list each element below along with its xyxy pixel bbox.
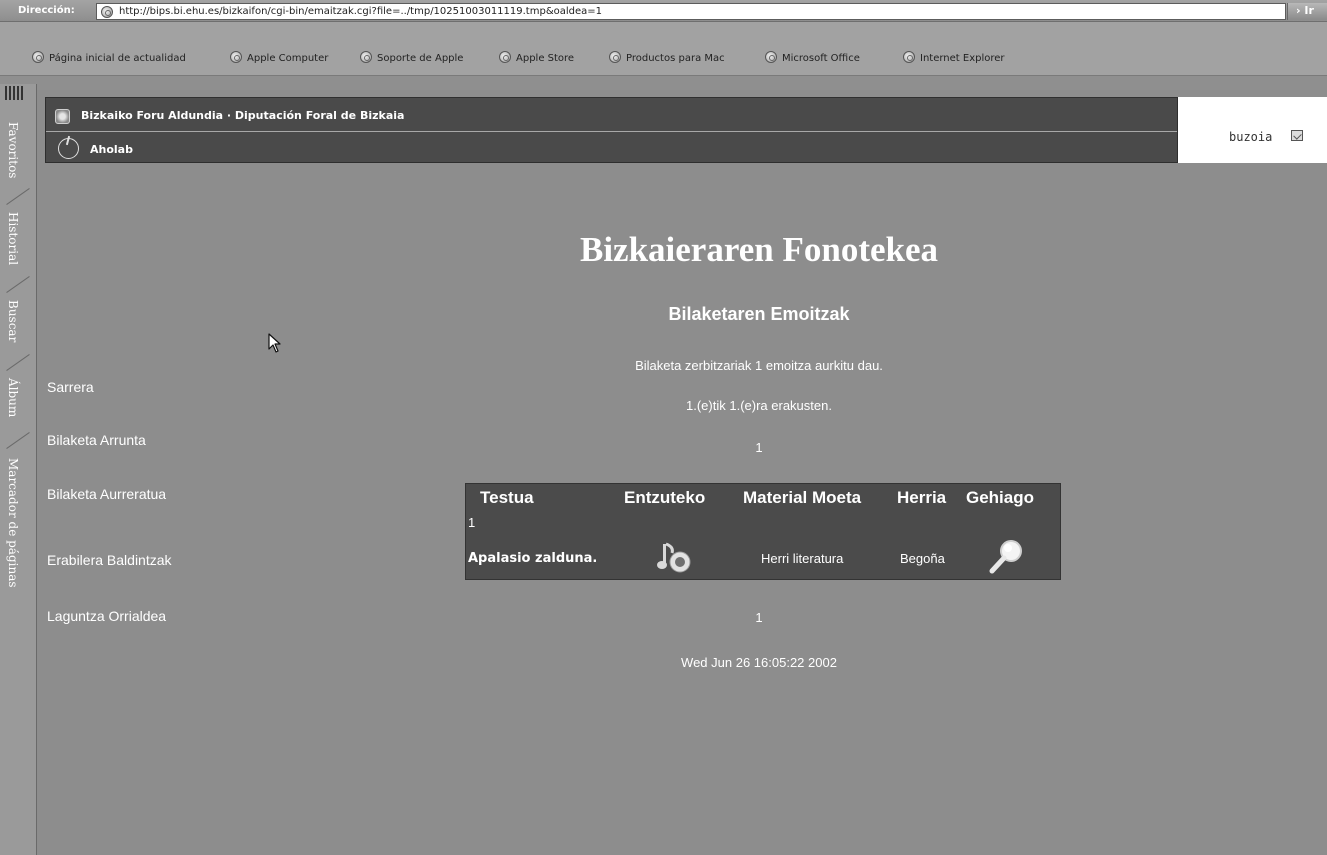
globe-icon <box>32 51 44 63</box>
result-title-link[interactable]: Apalasio zalduna. <box>468 551 597 566</box>
tab-history[interactable]: Historial <box>6 212 20 265</box>
tab-divider <box>6 432 30 449</box>
tab-page-holder[interactable]: Marcador de páginas <box>6 458 20 588</box>
row-number: 1 <box>468 515 476 530</box>
nav-link-advanced-search[interactable]: Bilaketa Aurreratua <box>47 486 166 502</box>
mouse-cursor-icon <box>268 333 281 353</box>
result-summary: Bilaketa zerbitzariak 1 emoitza aurkitu … <box>635 358 883 373</box>
favorite-link[interactable]: Productos para Mac <box>609 51 725 65</box>
nav-link-help[interactable]: Laguntza Orrialdea <box>47 608 166 624</box>
aholab-label[interactable]: Aholab <box>90 143 133 156</box>
seal-icon <box>55 109 70 124</box>
globe-icon <box>765 51 777 63</box>
globe-icon <box>101 6 113 18</box>
result-material: Herri literatura <box>761 551 844 566</box>
column-header-more: Gehiago <box>966 488 1035 507</box>
column-header-text: Testua <box>480 488 534 507</box>
mail-icon[interactable] <box>1291 130 1303 141</box>
column-header-material: Material Moeta <box>743 488 862 507</box>
globe-icon <box>903 51 915 63</box>
grip-icon[interactable] <box>5 86 25 100</box>
agency-header: Bizkaiko Foru Aldundia · Diputación Fora… <box>45 97 1178 163</box>
favorites-bar: Página inicial de actualidad Apple Compu… <box>0 22 1327 76</box>
url-text: http://bips.bi.ehu.es/bizkaifon/cgi-bin/… <box>119 6 603 17</box>
tab-search[interactable]: Buscar <box>6 300 20 342</box>
favorite-link[interactable]: Microsoft Office <box>765 51 860 65</box>
favorite-link[interactable]: Soporte de Apple <box>360 51 463 65</box>
address-label: Dirección: <box>18 5 75 16</box>
tab-divider <box>6 188 30 205</box>
favorite-link[interactable]: Página inicial de actualidad <box>32 51 186 65</box>
column-header-town: Herria <box>897 488 947 507</box>
tab-divider <box>6 354 30 371</box>
tab-divider <box>6 276 30 293</box>
favorite-link[interactable]: Apple Computer <box>230 51 328 65</box>
nav-link-home[interactable]: Sarrera <box>47 379 94 395</box>
agency-title[interactable]: Bizkaiko Foru Aldundia · Diputación Fora… <box>81 109 404 122</box>
result-range: 1.(e)tik 1.(e)ra erakusten. <box>686 398 832 413</box>
nav-link-simple-search[interactable]: Bilaketa Arrunta <box>47 432 146 448</box>
page-subtitle: Bilaketaren Emoitzak <box>668 304 850 324</box>
globe-icon <box>609 51 621 63</box>
favorite-link[interactable]: Apple Store <box>499 51 574 65</box>
music-note-icon[interactable] <box>654 541 694 575</box>
lab-row: Aholab <box>46 133 1177 164</box>
column-header-listen: Entzuteko <box>624 488 706 507</box>
favorite-link[interactable]: Internet Explorer <box>903 51 1005 65</box>
agency-row: Bizkaiko Foru Aldundia · Diputación Fora… <box>46 98 1177 132</box>
go-button[interactable]: › Ir <box>1287 3 1327 20</box>
pagination-bottom[interactable]: 1 <box>474 610 1044 625</box>
url-input[interactable]: http://bips.bi.ehu.es/bizkaifon/cgi-bin/… <box>96 3 1286 20</box>
page-content: Bizkaiko Foru Aldundia · Diputación Fora… <box>37 90 1327 855</box>
globe-icon <box>360 51 372 63</box>
explorer-side-tabs: Favoritos Historial Buscar Álbum Marcado… <box>0 84 37 855</box>
mailbox-link[interactable]: buzoia <box>1229 130 1272 144</box>
timestamp: Wed Jun 26 16:05:22 2002 <box>681 655 837 670</box>
aholab-logo-icon <box>58 138 79 159</box>
mailbox-panel: buzoia <box>1178 97 1327 163</box>
globe-icon <box>230 51 242 63</box>
pagination-top[interactable]: 1 <box>474 440 1044 455</box>
nav-link-terms[interactable]: Erabilera Baldintzak <box>47 552 172 568</box>
results-table: Testua Entzuteko Material Moeta Herria G… <box>465 483 1061 580</box>
result-town: Begoña <box>900 551 945 566</box>
tab-favorites[interactable]: Favoritos <box>6 122 20 178</box>
globe-icon <box>499 51 511 63</box>
magnifier-icon[interactable] <box>986 538 1026 576</box>
address-bar: Dirección: http://bips.bi.ehu.es/bizkaif… <box>0 0 1327 22</box>
tab-album[interactable]: Álbum <box>6 378 20 417</box>
page-title: Bizkaieraren Fonotekea <box>579 230 939 269</box>
